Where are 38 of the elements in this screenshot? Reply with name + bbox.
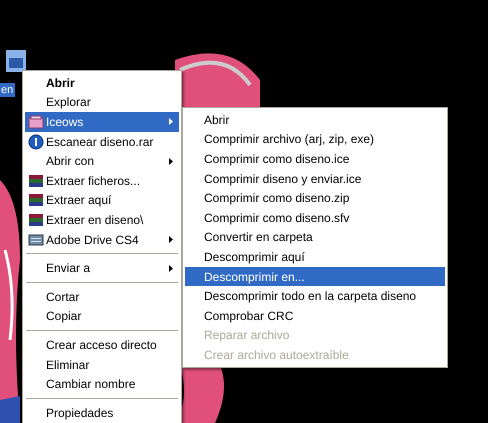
menu-item[interactable]: Comprimir como diseno.sfv (185, 208, 445, 228)
menu-item[interactable]: Descomprimir aquí (185, 247, 445, 267)
menu-item[interactable]: Extraer ficheros... (25, 170, 179, 191)
menu-item[interactable]: Abrir con (25, 151, 179, 171)
menu-item[interactable]: Eliminar (25, 354, 179, 374)
menu-item[interactable]: Comprimir diseno y enviar.ice (185, 168, 445, 188)
file-name-label[interactable]: en (0, 83, 16, 97)
menu-item[interactable]: Descomprimir en... (185, 266, 445, 286)
menu-item[interactable]: Crear acceso directo (25, 335, 179, 355)
menu-item[interactable]: Abrir (185, 110, 445, 130)
stacked-books-icon (28, 192, 44, 208)
submenu-arrow-icon (169, 264, 173, 272)
menu-item[interactable]: Explorar (25, 92, 179, 112)
menu-item[interactable]: Extraer aquí (25, 190, 179, 210)
submenu-arrow-icon (169, 158, 173, 165)
menu-item[interactable]: Comprobar CRC (185, 306, 445, 326)
submenu-arrow-icon (169, 236, 173, 244)
menu-item[interactable]: Comprimir archivo (arj, zip, exe) (185, 130, 445, 150)
menu-item[interactable]: Cambiar nombre (25, 374, 179, 394)
menu-item[interactable]: Descomprimir todo en la carpeta diseno (185, 286, 445, 306)
menu-item[interactable]: Extraer en diseno\ (25, 210, 179, 230)
menu-item[interactable]: Comprimir como diseno.ice (185, 149, 445, 169)
menu-item[interactable]: Comprimir como diseno.zip (185, 188, 445, 208)
menu-item[interactable]: Adobe Drive CS4 (25, 230, 179, 250)
menu-item[interactable]: Cortar (25, 286, 179, 307)
menu-item[interactable]: Abrir (25, 73, 179, 93)
package-icon (28, 114, 44, 130)
submenu-arrow-icon (169, 118, 173, 126)
stacked-books-icon (28, 212, 44, 228)
stacked-books-icon (28, 172, 44, 189)
menu-item[interactable]: Convertir en carpeta (185, 228, 445, 248)
menu-item[interactable]: Escanear diseno.rar (25, 132, 179, 152)
menu-item[interactable]: Iceows (25, 112, 179, 132)
menu-item[interactable]: Propiedades (25, 402, 179, 422)
menu-item[interactable]: Enviar a (25, 258, 179, 278)
menu-item[interactable]: Copiar (25, 306, 179, 326)
drive-icon (28, 232, 44, 248)
folder-file-icon[interactable] (6, 50, 26, 72)
